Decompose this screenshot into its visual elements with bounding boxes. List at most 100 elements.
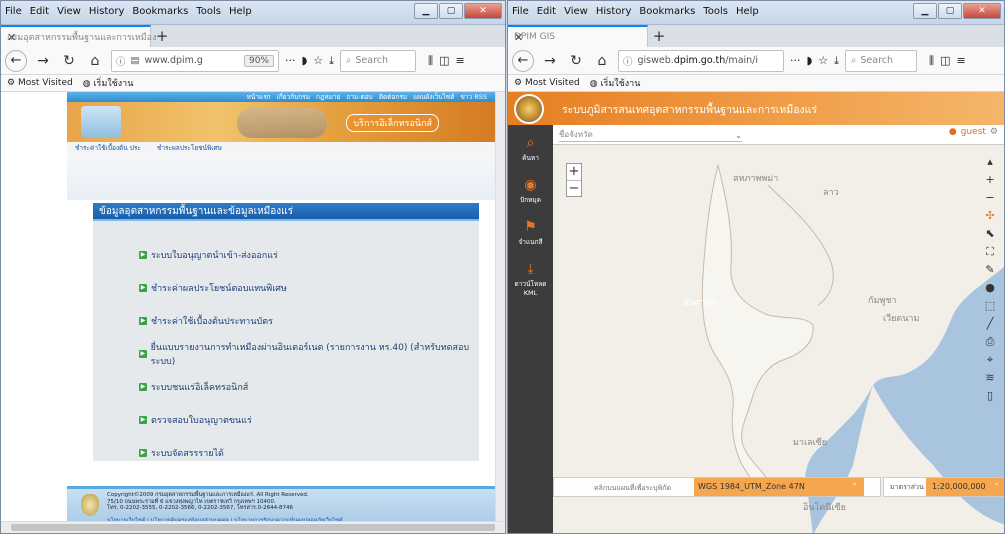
identify-icon[interactable]: ● xyxy=(985,281,995,295)
library-icon[interactable]: ⫼ xyxy=(428,54,433,68)
nav-faq[interactable]: ถาม-ตอบ xyxy=(346,92,372,102)
menu-view[interactable]: View xyxy=(564,6,588,17)
download-icon[interactable]: ⤓ xyxy=(329,54,334,68)
search-input[interactable]: ⌕ Search xyxy=(340,49,417,72)
forward-button[interactable]: → xyxy=(33,51,53,71)
nav-home[interactable]: หน้าแรก xyxy=(247,92,271,102)
fullscreen-icon[interactable]: ▴ xyxy=(987,155,993,169)
menu-file[interactable]: File xyxy=(512,6,529,17)
select-icon[interactable]: ⬚ xyxy=(985,299,995,313)
menu-help[interactable]: Help xyxy=(736,6,759,17)
map-canvas[interactable]: + − ▴ + − ✣ ⬉ ⛶ ✎ ● ⬚ ╱ ⎙ ⌖ ≋ ▯ สหภาพพม่… xyxy=(553,145,1004,533)
bookmark-star-icon[interactable]: ☆ xyxy=(818,54,828,67)
back-button[interactable]: ← xyxy=(512,49,534,72)
service-link[interactable]: ▶ ยื่นแบบรายงานการทำเหมืองผ่านอินเตอร์เนต… xyxy=(139,337,479,370)
home-button[interactable]: ⌂ xyxy=(85,51,105,71)
subnav-link[interactable]: ชำระผลประโยชน์พิเศษ xyxy=(157,142,222,154)
book-icon[interactable]: ▯ xyxy=(987,389,993,403)
pan-icon[interactable]: ✣ xyxy=(985,209,994,223)
url-bar[interactable]: ⓘ gisweb.dpim.go.th/main/i xyxy=(618,49,784,72)
maximize-button[interactable]: ▢ xyxy=(938,3,962,19)
sidebar-download-kml[interactable]: ⤓ ดาวน์โหลด KML xyxy=(508,261,553,297)
library-icon[interactable]: ⫼ xyxy=(929,54,934,68)
service-link[interactable]: ▶ ตรวจสอบใบอนุญาตขนแร่ xyxy=(139,403,479,436)
scale-select[interactable]: 1:20,000,000 ⌃ xyxy=(926,478,1004,496)
nav-about[interactable]: เกี่ยวกับกรม xyxy=(277,92,310,102)
menu-tools[interactable]: Tools xyxy=(196,6,221,17)
pocket-icon[interactable]: ◗ xyxy=(302,54,308,67)
bookmark-most-visited[interactable]: ⚙ Most Visited xyxy=(514,78,580,88)
bookmark-getting-started[interactable]: ◍ เริ่มใช้งาน xyxy=(590,76,641,90)
sidebar-toggle-icon[interactable]: ◫ xyxy=(940,54,950,67)
search-input[interactable]: ⌕ Search xyxy=(845,49,918,72)
menu-edit[interactable]: Edit xyxy=(30,6,49,17)
nav-law[interactable]: กฎหมาย xyxy=(316,92,340,102)
maximize-button[interactable]: ▢ xyxy=(439,3,463,19)
full-extent-icon[interactable]: ⛶ xyxy=(986,245,994,259)
sidebar-pin[interactable]: ◉ ปักหมุด xyxy=(508,177,553,205)
back-button[interactable]: ← xyxy=(5,49,27,72)
sidebar-classify[interactable]: ⚑ จำแนกสี xyxy=(508,219,553,247)
reload-button[interactable]: ↻ xyxy=(59,51,79,71)
menu-file[interactable]: File xyxy=(5,6,22,17)
zoom-level[interactable]: 90% xyxy=(243,54,274,67)
more-actions-icon[interactable]: ··· xyxy=(790,54,801,67)
nav-contact[interactable]: ติดต่อกรม xyxy=(379,92,407,102)
subnav-link[interactable]: ชำระค่าใช้เบื้องต้น ประ xyxy=(75,142,141,154)
menu-tools[interactable]: Tools xyxy=(703,6,728,17)
close-window-button[interactable]: ✕ xyxy=(963,3,1001,19)
nav-sitemap[interactable]: แผนผังเว็บไซต์ xyxy=(413,92,454,102)
print-icon[interactable]: ⎙ xyxy=(986,335,995,349)
service-link[interactable]: ▶ ชำระค่าผลประโยชน์ตอบแทนพิเศษ xyxy=(139,271,479,304)
hamburger-menu-icon[interactable]: ≡ xyxy=(957,54,966,67)
service-link[interactable]: ▶ ระบบชนแร่อิเล็คทรอนิกส์ xyxy=(139,370,479,403)
reload-button[interactable]: ↻ xyxy=(566,51,586,71)
info-icon[interactable]: ⓘ xyxy=(116,54,126,68)
crs-select[interactable]: WGS 1984_UTM_Zone 47N ⌃ xyxy=(694,478,864,496)
sidebar-search[interactable]: ⌕ ค้นหา xyxy=(508,135,553,163)
forward-button[interactable]: → xyxy=(540,51,560,71)
zoom-minus-icon[interactable]: − xyxy=(985,191,994,205)
zoom-plus-icon[interactable]: + xyxy=(985,173,994,187)
gear-icon[interactable]: ⚙ xyxy=(990,127,998,137)
vertical-scrollbar[interactable] xyxy=(495,92,505,521)
previous-extent-icon[interactable]: ⬉ xyxy=(985,227,994,241)
new-tab-button[interactable]: + xyxy=(648,25,670,47)
download-icon[interactable]: ⤓ xyxy=(834,54,839,68)
menu-help[interactable]: Help xyxy=(229,6,252,17)
nav-rss[interactable]: ข่าว RSS xyxy=(460,92,487,102)
menu-history[interactable]: History xyxy=(89,6,125,17)
service-link[interactable]: ▶ ระบบจัดสรรรายได้ xyxy=(139,436,479,469)
zoom-out-button[interactable]: − xyxy=(567,180,581,196)
info-icon[interactable]: ⓘ xyxy=(623,54,633,68)
draw-icon[interactable]: ✎ xyxy=(985,263,994,277)
pocket-icon[interactable]: ◗ xyxy=(807,54,813,67)
menu-history[interactable]: History xyxy=(596,6,632,17)
hamburger-menu-icon[interactable]: ≡ xyxy=(456,54,465,67)
url-bar[interactable]: ⓘ ▤ www.dpim.g 90% xyxy=(111,49,279,72)
scrollbar-thumb[interactable] xyxy=(11,524,495,531)
bookmark-most-visited[interactable]: ⚙ Most Visited xyxy=(7,78,73,88)
bookmark-getting-started[interactable]: ◍ เริ่มใช้งาน xyxy=(83,76,134,90)
tab-dpim[interactable]: กรมอุตสาหกรรมพื้นฐานและการเหมือง ✕ xyxy=(1,25,156,47)
close-window-button[interactable]: ✕ xyxy=(464,3,502,19)
measure-icon[interactable]: ╱ xyxy=(987,317,994,331)
minimize-button[interactable]: ▁ xyxy=(414,3,438,19)
user-menu[interactable]: ● guest ⚙ xyxy=(949,127,998,137)
home-button[interactable]: ⌂ xyxy=(592,51,612,71)
sidebar-toggle-icon[interactable]: ◫ xyxy=(439,54,449,67)
more-actions-icon[interactable]: ··· xyxy=(285,54,296,67)
service-link[interactable]: ▶ ระบบใบอนุญาตนำเข้า-ส่งออกแร่ xyxy=(139,238,479,271)
tab-dpim-gis[interactable]: DPIM GIS ✕ xyxy=(508,25,648,47)
layers-icon[interactable]: ≋ xyxy=(985,371,994,385)
locate-icon[interactable]: ⌖ xyxy=(987,353,993,367)
service-link[interactable]: ▶ ชำระค่าใช้เบื้องต้นประทานบัตร xyxy=(139,304,479,337)
zoom-in-button[interactable]: + xyxy=(567,164,581,180)
bookmark-star-icon[interactable]: ☆ xyxy=(313,54,323,67)
menu-bookmarks[interactable]: Bookmarks xyxy=(639,6,695,17)
menu-view[interactable]: View xyxy=(57,6,81,17)
menu-bookmarks[interactable]: Bookmarks xyxy=(132,6,188,17)
menu-edit[interactable]: Edit xyxy=(537,6,556,17)
horizontal-scrollbar[interactable] xyxy=(1,521,505,533)
minimize-button[interactable]: ▁ xyxy=(913,3,937,19)
